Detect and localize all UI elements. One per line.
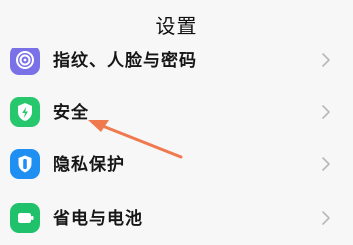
shield-lightning-icon	[10, 97, 40, 127]
settings-item-security[interactable]: 安全	[0, 87, 353, 139]
settings-item-label: 省电与电池	[53, 209, 143, 229]
page-title: 设置	[155, 14, 198, 38]
privacy-shield-icon	[10, 149, 40, 179]
chevron-right-icon	[320, 102, 332, 122]
fingerprint-icon	[10, 45, 40, 75]
settings-item-label: 隐私保护	[53, 155, 125, 175]
chevron-right-icon	[320, 208, 332, 228]
battery-icon	[10, 203, 40, 233]
settings-item-label: 安全	[53, 103, 89, 123]
settings-item-privacy[interactable]: 隐私保护	[0, 139, 353, 191]
settings-item-label: 指纹、人脸与密码	[53, 51, 197, 71]
chevron-right-icon	[320, 154, 332, 174]
settings-item-battery[interactable]: 省电与电池	[0, 193, 353, 245]
top-bar: 设置	[0, 0, 353, 48]
chevron-right-icon	[320, 50, 332, 70]
